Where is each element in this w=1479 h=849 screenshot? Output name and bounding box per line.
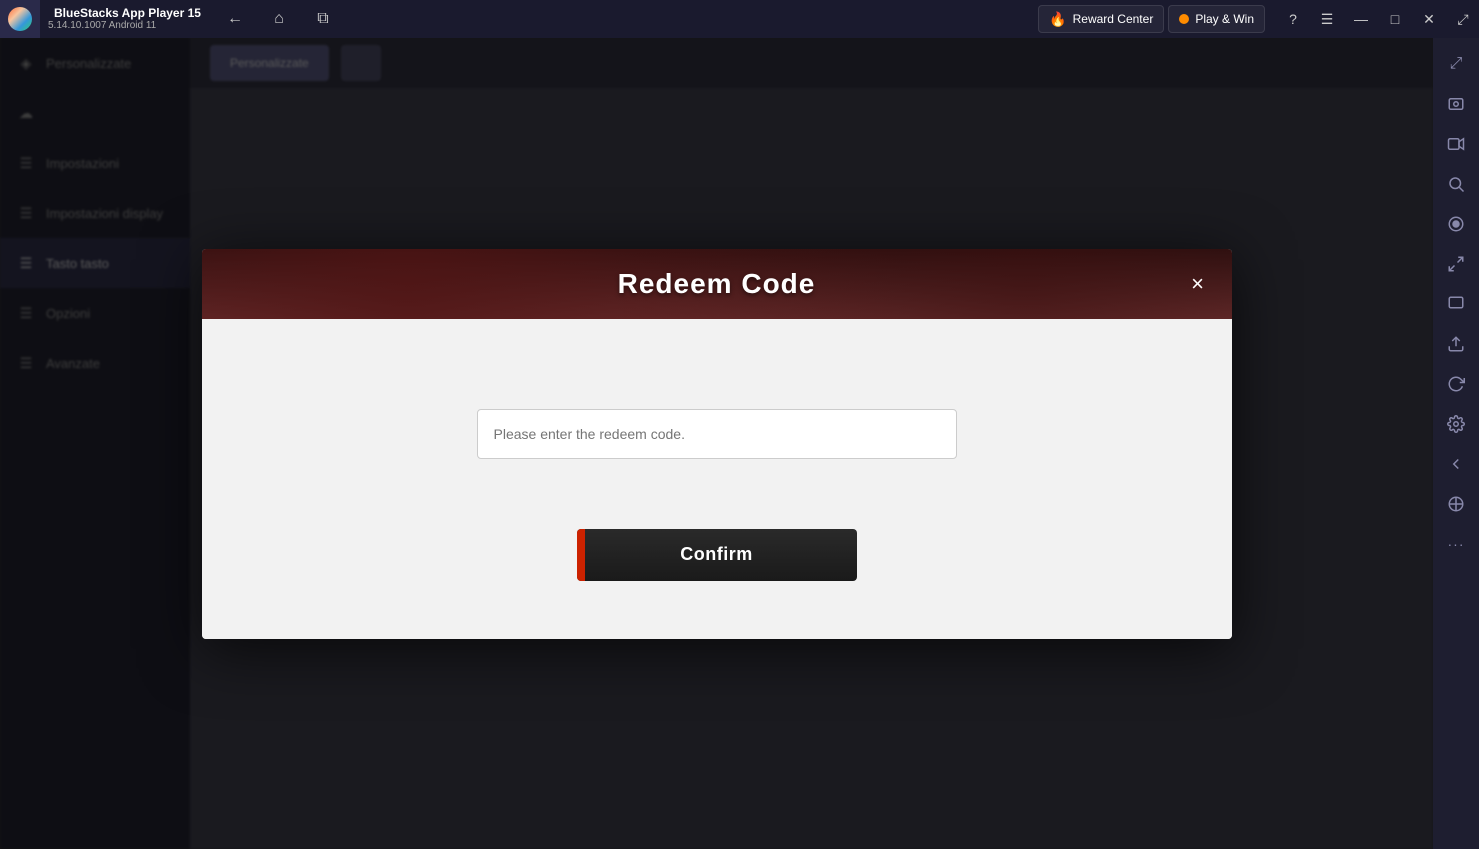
title-bar-nav: ← ⌂ ⧉: [221, 5, 337, 33]
modal-title: Redeem Code: [618, 268, 816, 300]
modal-header: Redeem Code ×: [202, 249, 1232, 319]
reward-center-label: Reward Center: [1073, 12, 1154, 26]
app-version: 5.14.10.1007 Android 11: [48, 20, 201, 31]
modal-wrapper: Redeem Code × Confirm: [0, 38, 1433, 849]
screenshot-icon[interactable]: [1438, 86, 1474, 122]
back-button[interactable]: ←: [221, 5, 249, 33]
rotate-icon[interactable]: [1438, 366, 1474, 402]
redeem-code-modal: Redeem Code × Confirm: [202, 249, 1232, 639]
redeem-code-input[interactable]: [477, 409, 957, 459]
record-icon[interactable]: [1438, 206, 1474, 242]
video-icon[interactable]: [1438, 126, 1474, 162]
arrow-left-icon[interactable]: [1438, 446, 1474, 482]
more-options-icon[interactable]: ···: [1438, 526, 1474, 562]
confirm-button-label: Confirm: [680, 544, 753, 565]
home-button[interactable]: ⌂: [265, 5, 293, 33]
app-name: BlueStacks App Player 15: [54, 7, 201, 20]
confirm-button-red-accent: [577, 529, 585, 581]
right-sidebar: ⤢: [1433, 38, 1479, 849]
modal-body: Confirm: [202, 319, 1232, 639]
tabs-button[interactable]: ⧉: [309, 5, 337, 33]
fire-icon: 🔥: [1049, 11, 1066, 28]
settings-right-icon[interactable]: [1438, 406, 1474, 442]
location-icon[interactable]: [1438, 486, 1474, 522]
orange-circle-icon: [1179, 14, 1189, 24]
help-button[interactable]: ?: [1277, 0, 1309, 38]
title-bar-right: 🔥 Reward Center Play & Win ? ☰ — □ ✕ ⤢: [1038, 0, 1479, 38]
zoom-icon[interactable]: [1438, 286, 1474, 322]
play-win-label: Play & Win: [1195, 12, 1254, 26]
logo-circle: [8, 7, 32, 31]
window-controls: ? ☰ — □ ✕ ⤢: [1277, 0, 1479, 38]
close-button[interactable]: ✕: [1413, 0, 1445, 38]
upload-icon[interactable]: [1438, 326, 1474, 362]
expand-icon[interactable]: ⤢: [1438, 46, 1474, 82]
maximize-button[interactable]: □: [1379, 0, 1411, 38]
minimize-button[interactable]: —: [1345, 0, 1377, 38]
search-icon[interactable]: [1438, 166, 1474, 202]
reward-center-button[interactable]: 🔥 Reward Center: [1038, 5, 1164, 33]
title-bar: BlueStacks App Player 15 5.14.10.1007 An…: [0, 0, 1479, 38]
confirm-button[interactable]: Confirm: [577, 529, 857, 581]
expand-window-button[interactable]: ⤢: [1447, 0, 1479, 38]
modal-close-button[interactable]: ×: [1180, 266, 1216, 302]
play-win-button[interactable]: Play & Win: [1168, 5, 1265, 33]
app-logo: [0, 0, 40, 38]
menu-button[interactable]: ☰: [1311, 0, 1343, 38]
fullscreen-icon[interactable]: [1438, 246, 1474, 282]
